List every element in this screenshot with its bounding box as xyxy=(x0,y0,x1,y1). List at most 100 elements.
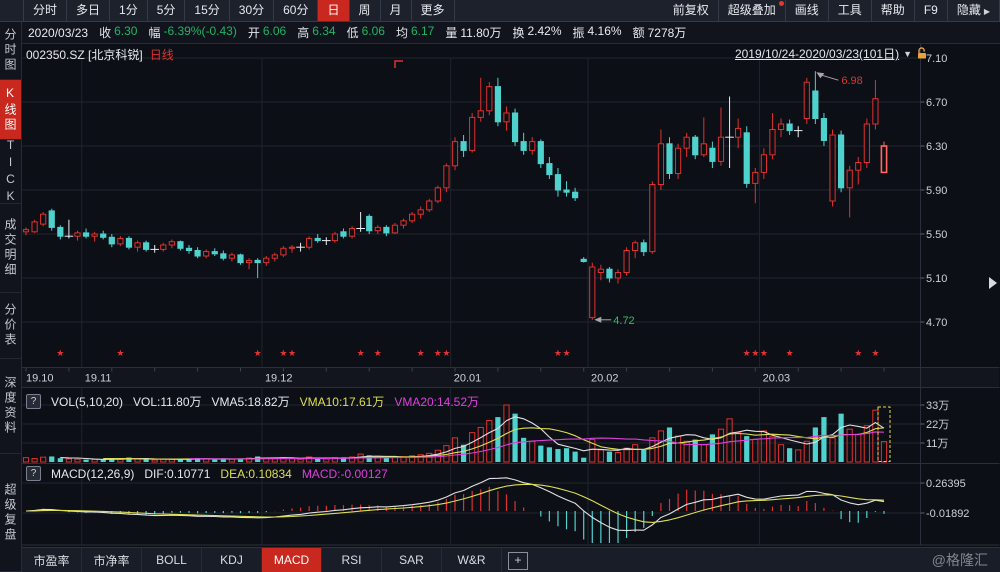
period-label: 日线 xyxy=(150,46,174,63)
toolbar-menu-工具[interactable]: 工具 xyxy=(829,0,872,21)
sidebar-item-分价表[interactable]: 分价表 xyxy=(0,293,21,359)
svg-text:0.26395: 0.26395 xyxy=(926,478,966,490)
toolbar-menu-前复权[interactable]: 前复权 xyxy=(664,0,719,21)
quote-field-幅: 幅-6.39%(-0.43) xyxy=(148,24,236,41)
vol-indicator-name: VOL(5,10,20) xyxy=(51,395,123,409)
app-window: 分时多日1分5分15分30分60分日周月更多 前复权超级叠加画线工具 帮助 F9 隐藏… xyxy=(0,0,1000,572)
svg-text:19.11: 19.11 xyxy=(85,373,112,385)
toolbar-tab-多日[interactable]: 多日 xyxy=(67,0,110,21)
sidebar: 分时图K线图TICK成交明细分价表深度资料超级复盘 xyxy=(0,22,22,572)
toolbar-tab-周[interactable]: 周 xyxy=(350,0,381,21)
expand-handle-icon[interactable] xyxy=(989,277,997,289)
field-label: 额 xyxy=(633,24,645,41)
svg-text:★: ★ xyxy=(743,348,751,358)
toolbar-menu-超级叠加[interactable]: 超级叠加 xyxy=(719,0,786,21)
svg-text:★: ★ xyxy=(116,348,124,358)
svg-text:20.03: 20.03 xyxy=(763,373,791,385)
indicator-tab-市盈率[interactable]: 市盈率 xyxy=(22,548,82,572)
svg-text:4.70: 4.70 xyxy=(926,317,947,329)
sidebar-item-分时图[interactable]: 分时图 xyxy=(0,22,21,80)
toolbar-tab-5分[interactable]: 5分 xyxy=(148,0,186,21)
field-label: 量 xyxy=(445,24,457,41)
quote-field-振: 振4.16% xyxy=(573,24,622,41)
toolbar-tab-分时[interactable]: 分时 xyxy=(24,0,67,21)
indicator-tab-KDJ[interactable]: KDJ xyxy=(202,548,262,572)
menu-label: 工具 xyxy=(838,3,862,17)
svg-text:★: ★ xyxy=(786,348,794,358)
toolbar-tab-更多[interactable]: 更多 xyxy=(412,0,455,21)
svg-text:★: ★ xyxy=(434,348,442,358)
quote-field-开: 开6.06 xyxy=(248,24,286,41)
help-icon[interactable]: ? xyxy=(26,466,41,481)
toolbar-corner xyxy=(0,0,24,21)
quote-date: 2020/03/23 xyxy=(28,26,88,40)
toolbar-tab-日[interactable]: 日 xyxy=(318,0,349,21)
sidebar-item-TICK[interactable]: TICK xyxy=(0,140,21,204)
field-label: 振 xyxy=(573,24,585,41)
svg-text:★: ★ xyxy=(56,348,64,358)
svg-text:★: ★ xyxy=(357,348,365,358)
svg-text:★: ★ xyxy=(760,348,768,358)
field-label: 收 xyxy=(99,24,111,41)
field-value: 6.30 xyxy=(114,24,137,41)
sidebar-item-超级复盘[interactable]: 超级复盘 xyxy=(0,454,21,572)
toolbar-tab-1分[interactable]: 1分 xyxy=(110,0,148,21)
menu-label: F9 xyxy=(924,3,938,17)
svg-text:★: ★ xyxy=(254,348,262,358)
field-value: 11.80万 xyxy=(460,24,501,41)
sidebar-item-成交明细[interactable]: 成交明细 xyxy=(0,204,21,293)
toolbar-menu-F9[interactable]: F9 xyxy=(915,0,948,21)
svg-text:6.98: 6.98 xyxy=(841,75,862,87)
field-value: 6.06 xyxy=(263,24,286,41)
svg-text:★: ★ xyxy=(854,348,862,358)
toolbar-tab-30分[interactable]: 30分 xyxy=(230,0,274,21)
svg-text:5.50: 5.50 xyxy=(926,229,947,241)
svg-text:4.72: 4.72 xyxy=(613,315,634,327)
date-range-label[interactable]: 2019/10/24-2020/03/23(101日) xyxy=(735,45,899,62)
vma20-value: VMA20:14.52万 xyxy=(394,393,479,410)
macd-indicator-header: ? MACD(12,26,9) DIF:0.10771 DEA:0.10834 … xyxy=(26,466,388,481)
field-value: 2.42% xyxy=(528,24,562,41)
field-label: 换 xyxy=(512,24,524,41)
toolbar-menu-帮助[interactable]: 帮助 xyxy=(872,0,915,21)
macd-value: MACD:-0.00127 xyxy=(302,467,388,481)
indicator-tab-MACD[interactable]: MACD xyxy=(262,548,322,572)
sidebar-item-深度资料[interactable]: 深度资料 xyxy=(0,359,21,454)
toolbar-tab-月[interactable]: 月 xyxy=(381,0,412,21)
svg-text:20.01: 20.01 xyxy=(454,373,482,385)
toolbar-menu: 前复权超级叠加画线工具 帮助 F9 隐藏▶ xyxy=(664,0,1000,21)
svg-text:★: ★ xyxy=(442,348,450,358)
toolbar-spacer xyxy=(455,0,664,21)
svg-text:11万: 11万 xyxy=(926,438,948,450)
indicator-tab-RSI[interactable]: RSI xyxy=(322,548,382,572)
help-icon[interactable]: ? xyxy=(26,394,41,409)
unlock-icon[interactable] xyxy=(916,47,928,60)
vma10-value: VMA10:17.61万 xyxy=(300,393,385,410)
svg-text:★: ★ xyxy=(751,348,759,358)
chevron-down-icon[interactable]: ▼ xyxy=(903,49,912,59)
svg-text:19.10: 19.10 xyxy=(26,373,54,385)
menu-label: 帮助 xyxy=(881,3,905,17)
quote-field-额: 额7278万 xyxy=(633,24,687,41)
field-label: 低 xyxy=(347,24,359,41)
indicator-tab-市净率[interactable]: 市净率 xyxy=(82,548,142,572)
toolbar-tab-60分[interactable]: 60分 xyxy=(274,0,318,21)
svg-text:6.30: 6.30 xyxy=(926,141,947,153)
toolbar-tab-15分[interactable]: 15分 xyxy=(185,0,229,21)
date-range[interactable]: 2019/10/24-2020/03/23(101日) ▼ xyxy=(735,45,928,62)
field-label: 高 xyxy=(297,24,309,41)
field-value: 6.06 xyxy=(362,24,385,41)
indicator-tab-W&R[interactable]: W&R xyxy=(442,548,502,572)
quote-field-量: 量11.80万 xyxy=(445,24,501,41)
svg-text:★: ★ xyxy=(288,348,296,358)
quote-field-低: 低6.06 xyxy=(347,24,385,41)
indicator-tab-SAR[interactable]: SAR xyxy=(382,548,442,572)
indicator-tab-BOLL[interactable]: BOLL xyxy=(142,548,202,572)
add-indicator-button[interactable]: + xyxy=(508,552,528,570)
svg-text:5.10: 5.10 xyxy=(926,273,947,285)
toolbar-menu-隐藏[interactable]: 隐藏▶ xyxy=(948,0,1000,21)
menu-label: 隐藏 xyxy=(957,3,981,17)
sidebar-item-K线图[interactable]: K线图 xyxy=(0,80,21,140)
svg-text:19.12: 19.12 xyxy=(265,373,293,385)
toolbar-menu-画线[interactable]: 画线 xyxy=(786,0,829,21)
